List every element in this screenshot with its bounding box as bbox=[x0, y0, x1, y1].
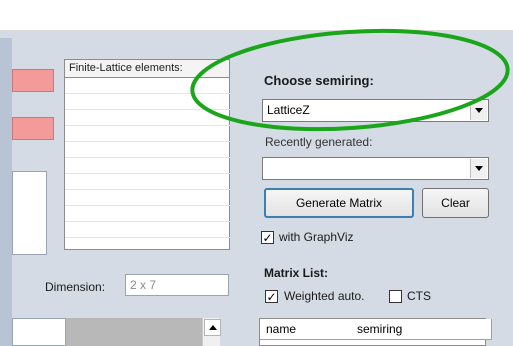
recently-generated-label: Recently generated: bbox=[265, 135, 373, 149]
list-row-divider bbox=[65, 141, 230, 142]
left-white-panel bbox=[12, 171, 47, 255]
cts-label: CTS bbox=[407, 289, 431, 303]
weighted-auto-checkbox[interactable]: ✓ bbox=[265, 290, 278, 303]
column-header-name[interactable]: name bbox=[260, 319, 358, 340]
generate-matrix-button[interactable]: Generate Matrix bbox=[264, 188, 414, 218]
list-row-divider bbox=[65, 157, 230, 158]
cts-checkbox[interactable] bbox=[389, 290, 402, 303]
list-row-divider bbox=[65, 189, 230, 190]
list-row-divider bbox=[65, 221, 230, 222]
lattice-elements-header: Finite-Lattice elements: bbox=[64, 59, 230, 78]
choose-semiring-heading: Choose semiring: bbox=[264, 73, 374, 88]
checkmark-icon: ✓ bbox=[262, 230, 273, 245]
checkmark-icon: ✓ bbox=[266, 289, 277, 304]
semiring-select[interactable]: LatticeZ bbox=[262, 99, 489, 122]
matrix-list-table[interactable]: name semiring bbox=[259, 318, 492, 346]
list-row-divider bbox=[65, 109, 230, 110]
invalid-input-field-1[interactable] bbox=[12, 69, 54, 92]
dimension-field[interactable]: 2 x 7 bbox=[125, 274, 229, 296]
recently-generated-dropdown-button[interactable] bbox=[470, 159, 487, 178]
weighted-auto-label: Weighted auto. bbox=[284, 289, 365, 303]
semiring-selected-value: LatticeZ bbox=[267, 103, 310, 117]
scroll-up-arrow-icon bbox=[208, 325, 217, 330]
invalid-input-field-2[interactable] bbox=[12, 117, 54, 140]
recently-generated-select[interactable] bbox=[262, 157, 489, 180]
list-row-divider bbox=[65, 173, 230, 174]
matrix-list-heading: Matrix List: bbox=[264, 266, 329, 280]
matrix-gray-area bbox=[66, 318, 202, 346]
matrix-scrollbar[interactable] bbox=[202, 318, 221, 346]
semiring-dropdown-button[interactable] bbox=[470, 101, 487, 120]
graphviz-checkbox[interactable]: ✓ bbox=[261, 231, 274, 244]
dropdown-arrow-icon bbox=[475, 166, 483, 171]
clear-button[interactable]: Clear bbox=[422, 188, 489, 218]
left-panel-edge bbox=[0, 38, 12, 346]
list-row-divider bbox=[65, 237, 230, 238]
matrix-white-area bbox=[12, 318, 66, 346]
dimension-label: Dimension: bbox=[45, 280, 106, 294]
column-header-semiring[interactable]: semiring bbox=[351, 319, 492, 340]
window-titlebar bbox=[0, 0, 513, 30]
graphviz-label: with GraphViz bbox=[279, 230, 354, 244]
scroll-up-button[interactable] bbox=[204, 319, 221, 336]
dropdown-arrow-icon bbox=[475, 108, 483, 113]
lattice-elements-list[interactable] bbox=[64, 78, 230, 250]
list-row-divider bbox=[65, 125, 230, 126]
list-row-divider bbox=[65, 93, 230, 94]
list-row-divider bbox=[65, 205, 230, 206]
